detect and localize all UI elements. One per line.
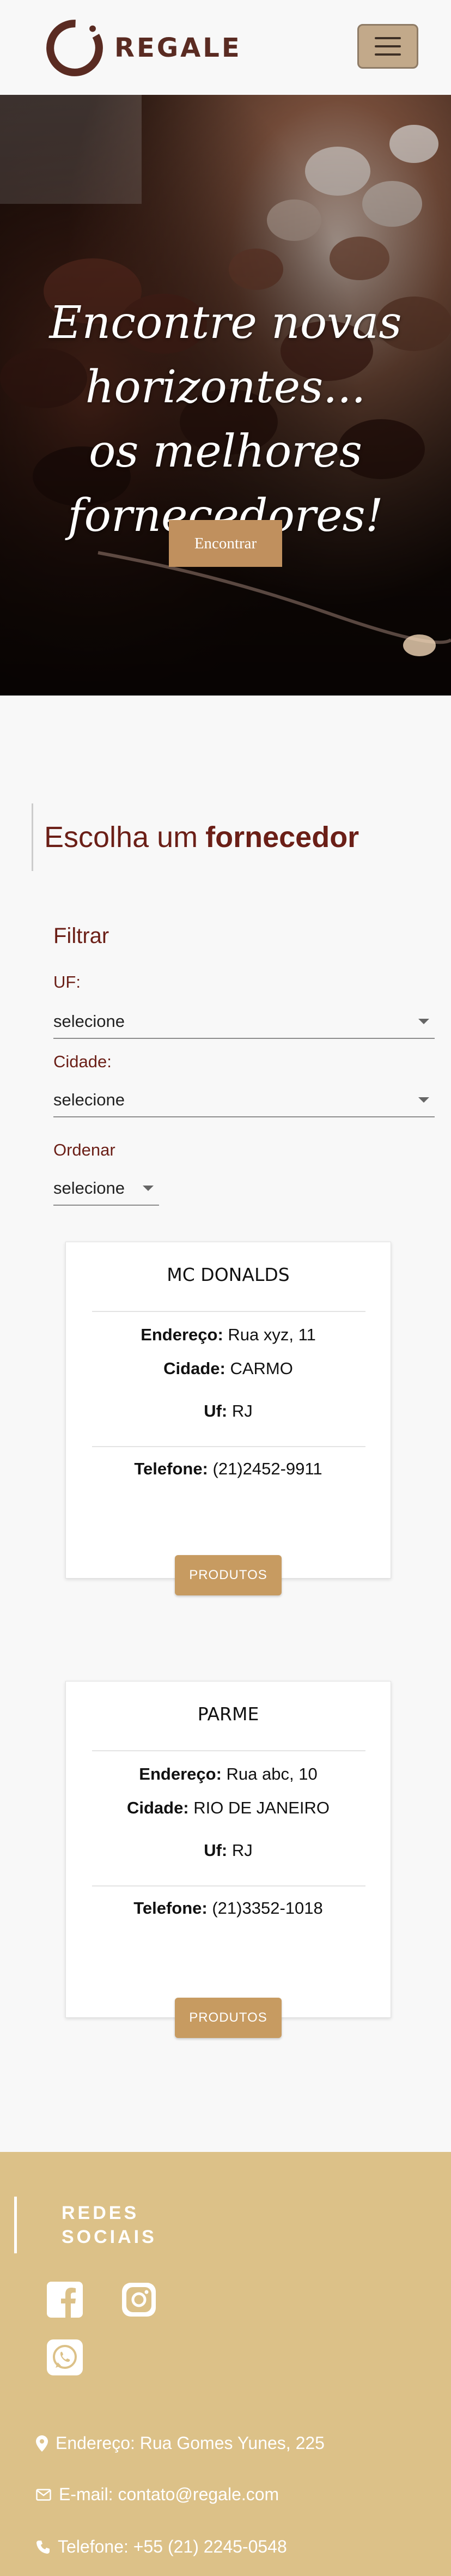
supplier-name: MC DONALDS	[167, 1264, 290, 1285]
find-button[interactable]: Encontrar	[169, 520, 282, 567]
city-select-value: selecione	[53, 1090, 125, 1109]
footer-email-text: E-mail: contato@regale.com	[59, 2484, 279, 2504]
order-label: Ordenar	[53, 1140, 115, 1159]
hero-banner: Encontre novas horizontes... os melhores…	[0, 95, 451, 696]
supplier-address: Endereço: Rua xyz, 11	[66, 1325, 391, 1345]
phone-icon	[36, 2540, 50, 2554]
chevron-down-icon	[143, 1186, 154, 1191]
order-select[interactable]: selecione	[53, 1172, 159, 1206]
supplier-uf: Uf: RJ	[66, 1841, 391, 1860]
supplier-name: PARME	[197, 1703, 259, 1725]
phone-value: (21)2452-9911	[212, 1459, 322, 1478]
uf-label: Uf:	[204, 1841, 228, 1860]
social-heading-line-2: SOCIAIS	[62, 2227, 157, 2247]
city-label: Cidade:	[163, 1359, 226, 1378]
site-footer: REDES SOCIAIS Endereço: Rua Gomes Yunes,…	[0, 2152, 451, 2576]
supplier-card: PARME Endereço: Rua abc, 10 Cidade: RIO …	[65, 1681, 391, 2038]
filter-heading: Filtrar	[53, 924, 109, 948]
location-pin-icon	[36, 2435, 48, 2452]
phone-label: Telefone:	[134, 1459, 208, 1478]
address-label: Endereço:	[141, 1325, 223, 1344]
uf-value: RJ	[231, 1841, 253, 1860]
order-select-value: selecione	[53, 1178, 125, 1198]
footer-email[interactable]: E-mail: contato@regale.com	[36, 2484, 279, 2505]
city-label: Cidade:	[126, 1798, 189, 1817]
uf-label: Uf:	[204, 1401, 228, 1420]
logo-ring-icon	[46, 20, 103, 76]
envelope-icon	[36, 2488, 51, 2501]
whatsapp-icon[interactable]	[46, 2338, 84, 2377]
section-title-bold: fornecedor	[205, 821, 359, 854]
uf-label: UF:	[53, 972, 81, 991]
supplier-phone: Telefone: (21)2452-9911	[66, 1459, 391, 1479]
uf-select-value: selecione	[53, 1012, 125, 1031]
address-value: Rua xyz, 11	[228, 1325, 316, 1344]
hamburger-icon	[375, 37, 401, 39]
address-label: Endereço:	[139, 1764, 222, 1783]
chevron-down-icon	[418, 1019, 429, 1024]
brand-logo[interactable]: REGALE	[42, 14, 242, 82]
hamburger-icon-bar	[375, 53, 401, 56]
products-button[interactable]: PRODUTOS	[175, 1555, 282, 1595]
hero-headline: Encontre novas horizontes... os melhores…	[0, 291, 451, 548]
footer-phone[interactable]: Telefone: +55 (21) 2245-0548	[36, 2537, 287, 2557]
hero-line-2: horizontes...	[85, 361, 366, 413]
divider	[92, 1750, 365, 1751]
brand-name: REGALE	[114, 33, 242, 63]
supplier-uf: Uf: RJ	[66, 1401, 391, 1421]
phone-value: (21)3352-1018	[212, 1898, 323, 1918]
supplier-card: MC DONALDS Endereço: Rua xyz, 11 Cidade:…	[65, 1242, 391, 1595]
section-title-prefix: Escolha um	[44, 821, 198, 854]
divider	[92, 1885, 365, 1886]
chevron-down-icon	[418, 1097, 429, 1103]
footer-phone-text: Telefone: +55 (21) 2245-0548	[58, 2537, 287, 2556]
site-header: REGALE	[0, 0, 451, 95]
instagram-icon[interactable]	[120, 2281, 158, 2319]
city-select[interactable]: selecione	[53, 1084, 435, 1117]
phone-label: Telefone:	[133, 1898, 208, 1918]
footer-address-text: Endereço: Rua Gomes Yunes, 225	[56, 2433, 325, 2453]
city-label: Cidade:	[53, 1052, 112, 1071]
hamburger-icon-bar	[375, 45, 401, 47]
supplier-address: Endereço: Rua abc, 10	[66, 1764, 391, 1784]
city-value: RIO DE JANEIRO	[193, 1798, 330, 1817]
uf-value: RJ	[231, 1401, 253, 1420]
supplier-phone: Telefone: (21)3352-1018	[66, 1898, 391, 1918]
supplier-city: Cidade: CARMO	[66, 1359, 391, 1378]
city-value: CARMO	[230, 1359, 293, 1378]
products-button[interactable]: PRODUTOS	[175, 1998, 282, 2038]
social-heading-line-1: REDES	[62, 2203, 139, 2223]
divider	[92, 1311, 365, 1312]
divider	[92, 1446, 365, 1447]
social-heading: REDES SOCIAIS	[14, 2197, 157, 2253]
facebook-icon[interactable]	[46, 2281, 84, 2319]
uf-select[interactable]: selecione	[53, 1005, 435, 1039]
hero-line-1: Encontre novas	[49, 297, 402, 349]
address-value: Rua abc, 10	[226, 1764, 318, 1783]
menu-toggle-button[interactable]	[357, 24, 418, 69]
supplier-city: Cidade: RIO DE JANEIRO	[66, 1798, 391, 1818]
footer-address: Endereço: Rua Gomes Yunes, 225	[36, 2433, 325, 2453]
section-title: Escolha um fornecedor	[32, 803, 359, 871]
